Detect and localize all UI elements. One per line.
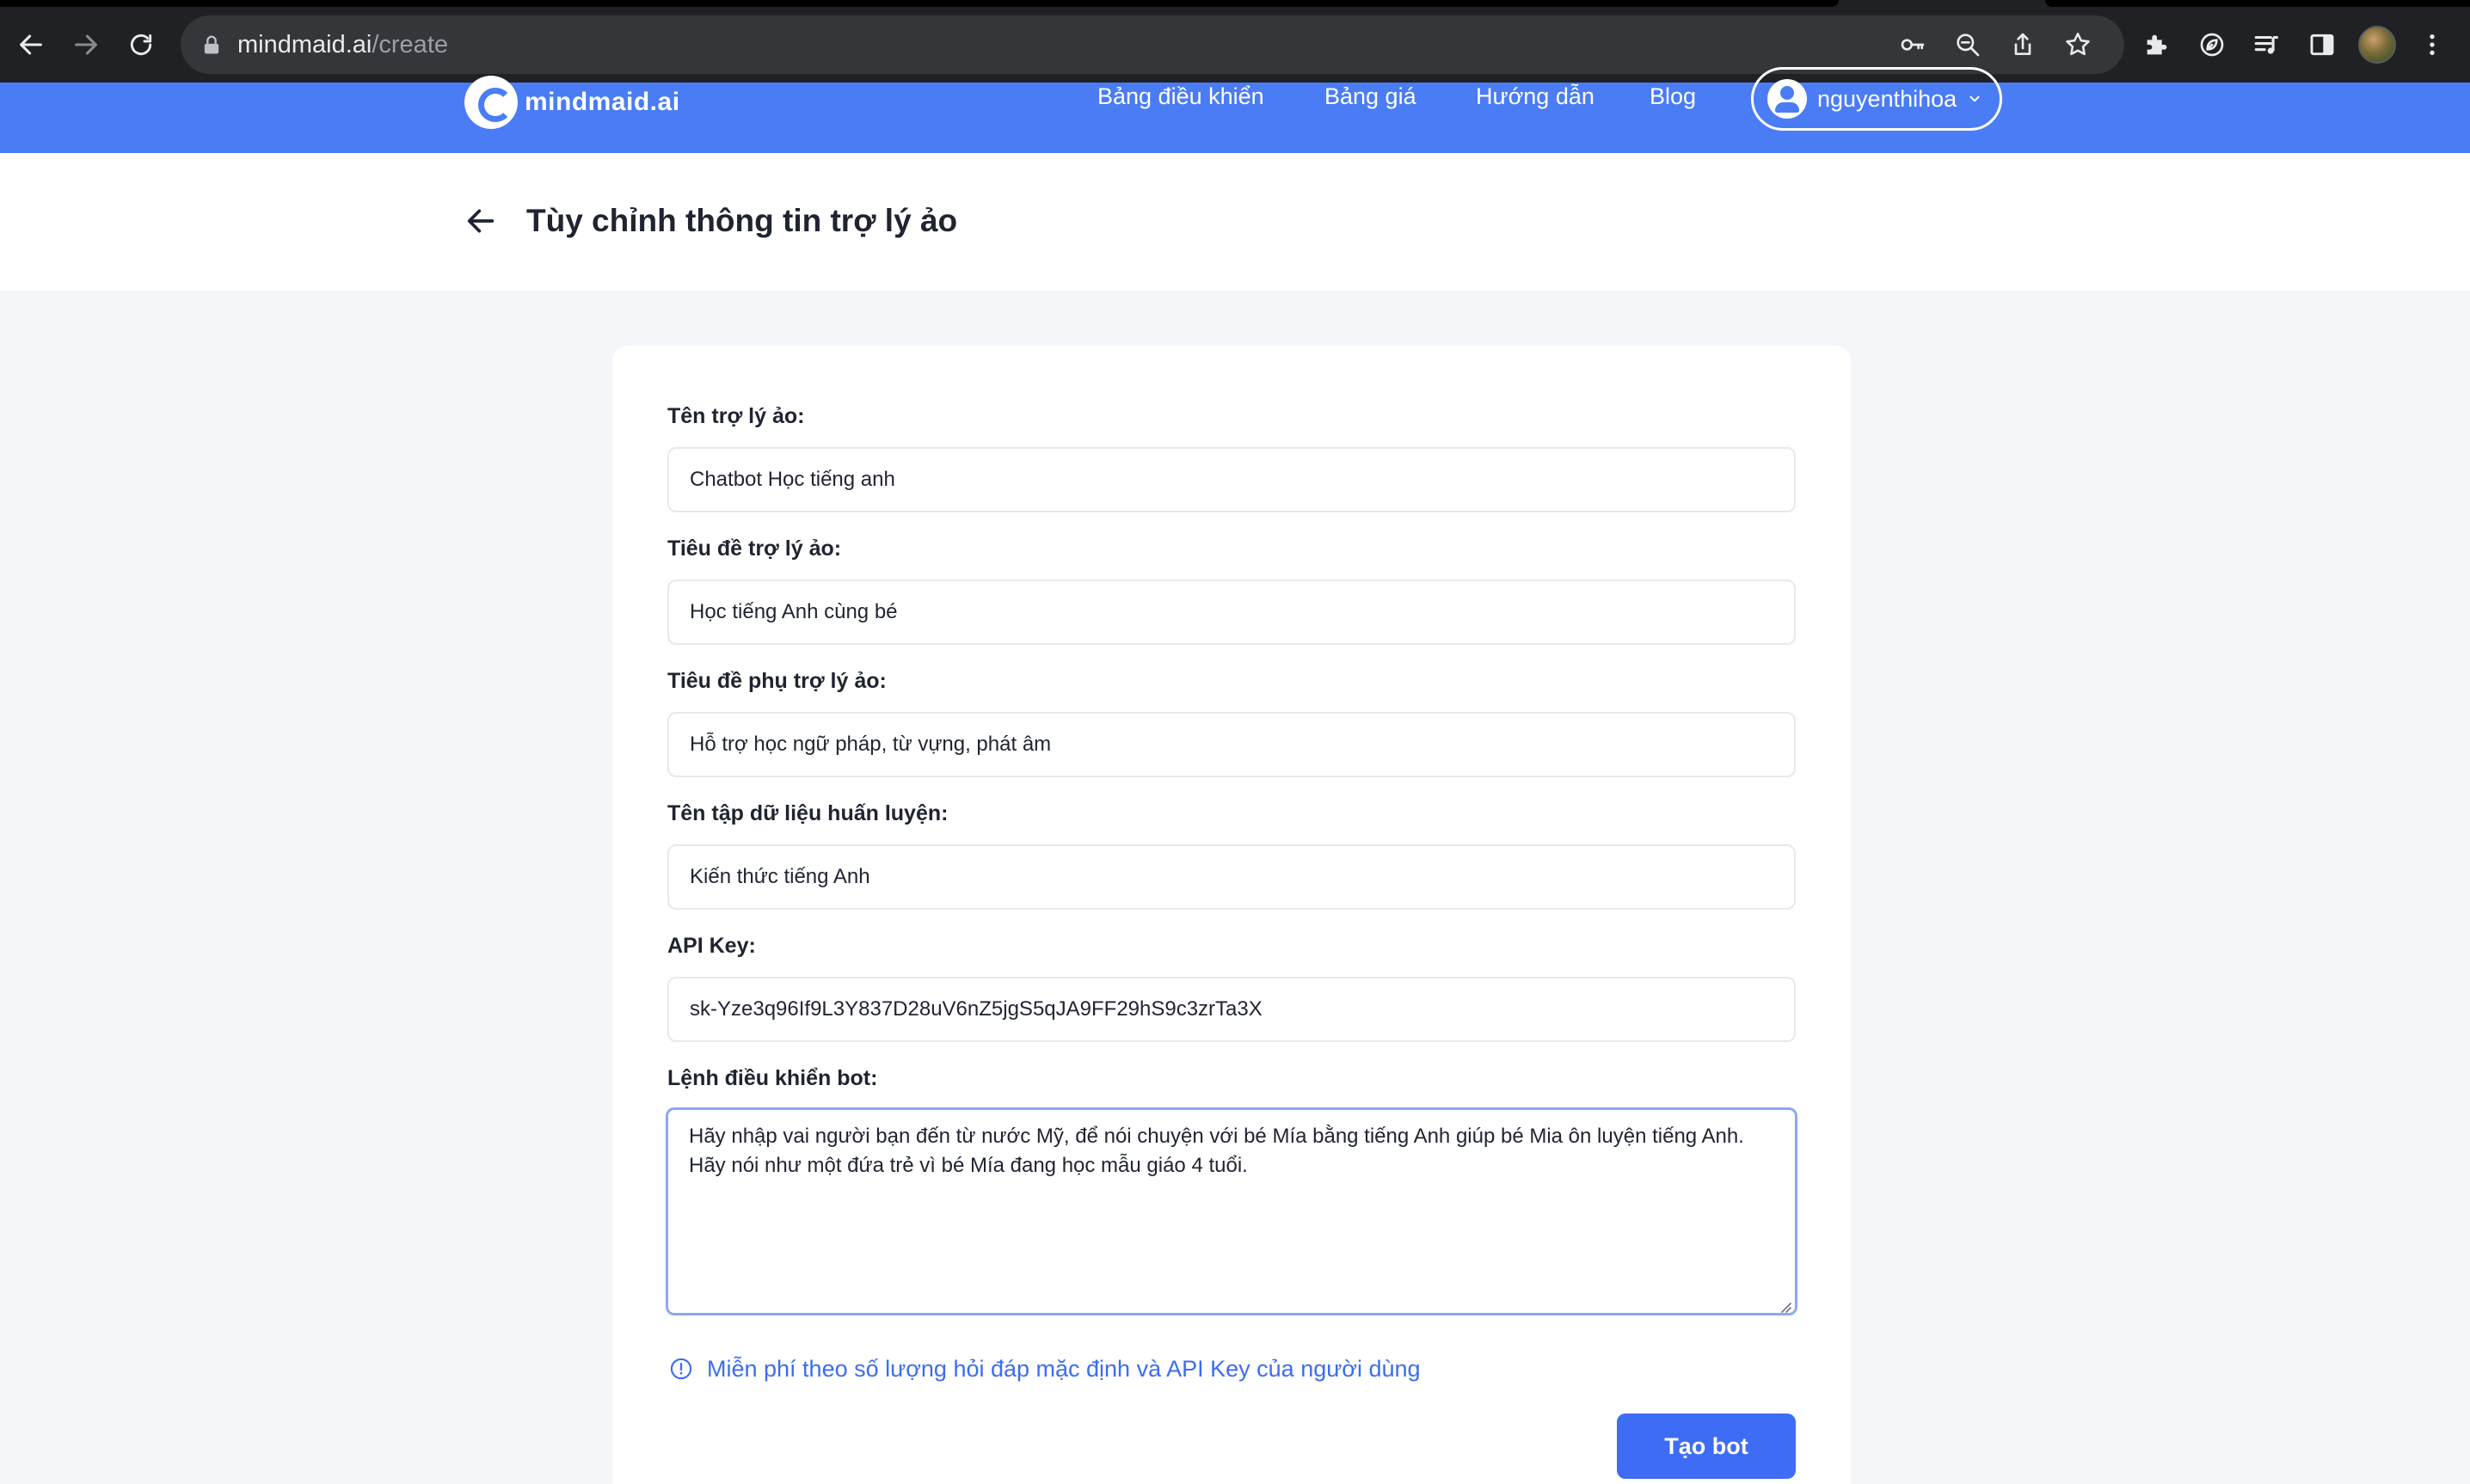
side-panel-button[interactable] [2300,22,2344,67]
username: nguyenthihoa [1817,85,1957,112]
user-menu-button[interactable]: nguyenthihoa [1751,67,2002,131]
bot-prompt-textarea[interactable]: Hãy nhập vai người bạn đến từ nước Mỹ, đ… [666,1107,1797,1315]
tab-strip-right [2045,0,2470,7]
page-back-button[interactable] [461,201,501,241]
bot-name-input[interactable]: Chatbot Học tiếng anh [667,447,1796,512]
zoom-button[interactable] [1949,26,1987,64]
nav-guide[interactable]: Hướng dẫn [1476,79,1594,113]
leaf-icon [2200,33,2224,57]
chevron-down-icon [1965,89,1984,108]
key-icon [1901,39,1925,51]
bot-prompt-label: Lệnh điều khiển bot: [667,1066,878,1090]
nav-blog[interactable]: Blog [1650,79,1696,113]
info-icon [670,1358,692,1380]
info-note: Miễn phí theo số lượng hỏi đáp mặc định … [669,1352,1421,1386]
more-vertical-icon [2430,34,2435,55]
page-header [0,153,2470,291]
site-logo[interactable]: mindmaid.ai [464,76,680,129]
password-key-button[interactable] [1894,26,1932,64]
page-title: Tùy chỉnh thông tin trợ lý ảo [526,203,958,238]
address-url: mindmaid.ai/create [237,28,448,62]
bot-title-label: Tiêu đề trợ lý ảo: [667,537,842,561]
arrow-left-icon [467,209,495,233]
bot-subtitle-input[interactable]: Hỗ trợ học ngữ pháp, từ vựng, phát âm [667,712,1796,777]
reload-icon [130,34,152,56]
logo-icon [464,76,518,129]
share-icon [2014,33,2031,55]
puzzle-icon [2147,34,2167,55]
bot-name-label: Tên trợ lý ảo: [667,404,805,428]
info-text: Miễn phí theo số lượng hỏi đáp mặc định … [707,1355,1421,1382]
extensions-button[interactable] [2135,22,2179,67]
user-avatar-icon [1767,79,1807,119]
arrow-right-icon [75,34,97,55]
bot-title-input[interactable]: Học tiếng Anh cùng bé [667,579,1796,645]
bot-subtitle-label: Tiêu đề phụ trợ lý ảo: [667,669,887,693]
nav-pricing[interactable]: Bảng giá [1324,79,1416,113]
url-path: /create [372,31,449,58]
side-panel-icon [2310,34,2334,56]
back-button[interactable] [9,22,53,67]
tab-strip [0,0,1839,7]
dataset-name-input[interactable]: Kiến thức tiếng Anh [667,844,1796,910]
lock-icon [204,35,219,54]
star-icon [2066,32,2090,56]
arrow-left-icon [20,34,42,55]
dataset-name-label: Tên tập dữ liệu huấn luyện: [667,801,949,825]
extension-leaf-button[interactable] [2190,22,2234,67]
create-bot-button[interactable]: Tạo bot [1617,1413,1796,1479]
logo-text: mindmaid.ai [525,88,680,116]
url-domain: mindmaid.ai [237,31,372,58]
forward-button[interactable] [64,22,108,67]
api-key-input[interactable]: sk-Yze3q96If9L3Y837D28uV6nZ5jgS5qJA9FF29… [667,977,1796,1042]
playlist-icon [2254,35,2278,54]
chrome-menu-button[interactable] [2410,22,2455,67]
zoom-out-icon [1957,34,1980,57]
resize-grip-icon[interactable] [1777,1298,1792,1314]
nav-dashboard[interactable]: Bảng điều khiển [1097,79,1264,113]
media-control-button[interactable] [2245,22,2289,67]
profile-avatar[interactable] [2358,26,2396,64]
api-key-label: API Key: [667,934,756,958]
address-bar[interactable]: mindmaid.ai/create [181,15,2124,74]
reload-button[interactable] [119,22,163,67]
bookmark-button[interactable] [2059,26,2097,64]
browser-toolbar: mindmaid.ai/create [0,0,2470,83]
share-button[interactable] [2004,26,2042,64]
